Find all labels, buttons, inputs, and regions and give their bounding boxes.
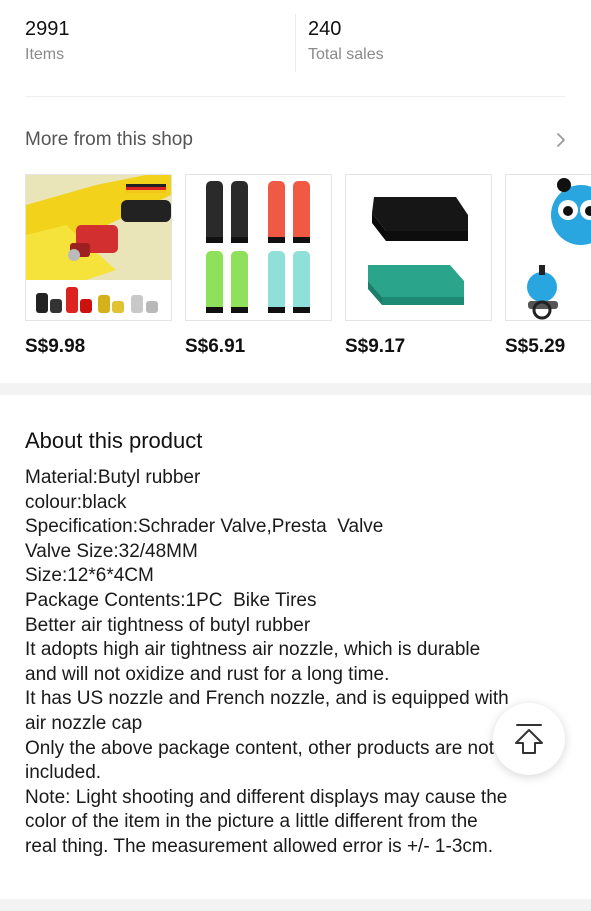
more-from-shop-header[interactable]: More from this shop [25, 126, 571, 156]
product-price: S$9.98 [25, 336, 86, 357]
product-price: S$6.91 [185, 336, 246, 357]
handlebar-grips-illustration [206, 181, 310, 313]
stat-items-label: Items [25, 46, 65, 63]
product-image-grips[interactable] [185, 174, 332, 321]
description-line: and will not oxidize and rust for a long… [25, 663, 390, 685]
stat-sales-value: 240 [308, 18, 342, 40]
description-line: Valve Size:32/48MM [25, 540, 198, 562]
chevron-right-icon[interactable] [551, 130, 571, 150]
product-card[interactable]: S$9.17 [345, 174, 492, 359]
description-line: Note: Light shooting and different displ… [25, 786, 508, 808]
about-title: About this product [25, 428, 203, 453]
bike-bell-illustration [527, 178, 591, 320]
product-image-seat-pads[interactable] [345, 174, 492, 321]
shop-stats: 2991 Items 240 Total sales [0, 0, 591, 98]
description-line: real thing. The measurement allowed erro… [25, 835, 493, 857]
valve-parts-illustration [26, 175, 171, 320]
description-line: included. [25, 762, 102, 784]
description-line: Material:Butyl rubber [25, 467, 201, 488]
description-line: It adopts high air tightness air nozzle,… [25, 639, 481, 661]
product-carousel[interactable]: S$9.98 S$6.91 S$9.17 S$5.29 [25, 174, 591, 364]
description-line: Better air tightness of butyl rubber [25, 614, 311, 636]
product-card[interactable]: S$9.98 [25, 174, 172, 359]
seat-pads-illustration [368, 197, 468, 305]
product-image-bike-bell[interactable] [505, 174, 591, 321]
product-price: S$9.17 [345, 336, 406, 357]
description-line: Size:12*6*4CM [25, 565, 154, 587]
stat-divider [295, 14, 296, 72]
product-card[interactable]: S$5.29 [505, 174, 591, 359]
stat-items-value: 2991 [25, 18, 70, 40]
product-image-valve-parts[interactable] [25, 174, 172, 321]
section-gap [0, 899, 591, 911]
description-line: It has US nozzle and French nozzle, and … [25, 688, 509, 710]
description-line: Specification:Schrader Valve,Presta Valv… [25, 516, 384, 538]
section-gap [0, 383, 591, 395]
product-price: S$5.29 [505, 336, 566, 357]
arrow-up-icon [515, 724, 543, 754]
description-line: colour:black [25, 491, 127, 513]
stat-total-sales: 240 Total sales [308, 16, 384, 67]
product-card[interactable]: S$6.91 [185, 174, 332, 359]
description-line: air nozzle cap [25, 712, 143, 734]
stat-items: 2991 Items [25, 16, 70, 67]
description-line: Only the above package content, other pr… [25, 737, 494, 759]
section-divider [25, 96, 566, 97]
back-to-top-button[interactable] [493, 703, 565, 775]
description-line: color of the item in the picture a littl… [25, 811, 478, 833]
product-description: Material:Butyl rubber colour:black Speci… [25, 466, 570, 860]
stat-sales-label: Total sales [308, 46, 384, 63]
more-from-shop-title: More from this shop [25, 129, 193, 150]
about-this-product: About this product Material:Butyl rubber… [25, 426, 570, 860]
description-line: Package Contents:1PC Bike Tires [25, 589, 317, 611]
